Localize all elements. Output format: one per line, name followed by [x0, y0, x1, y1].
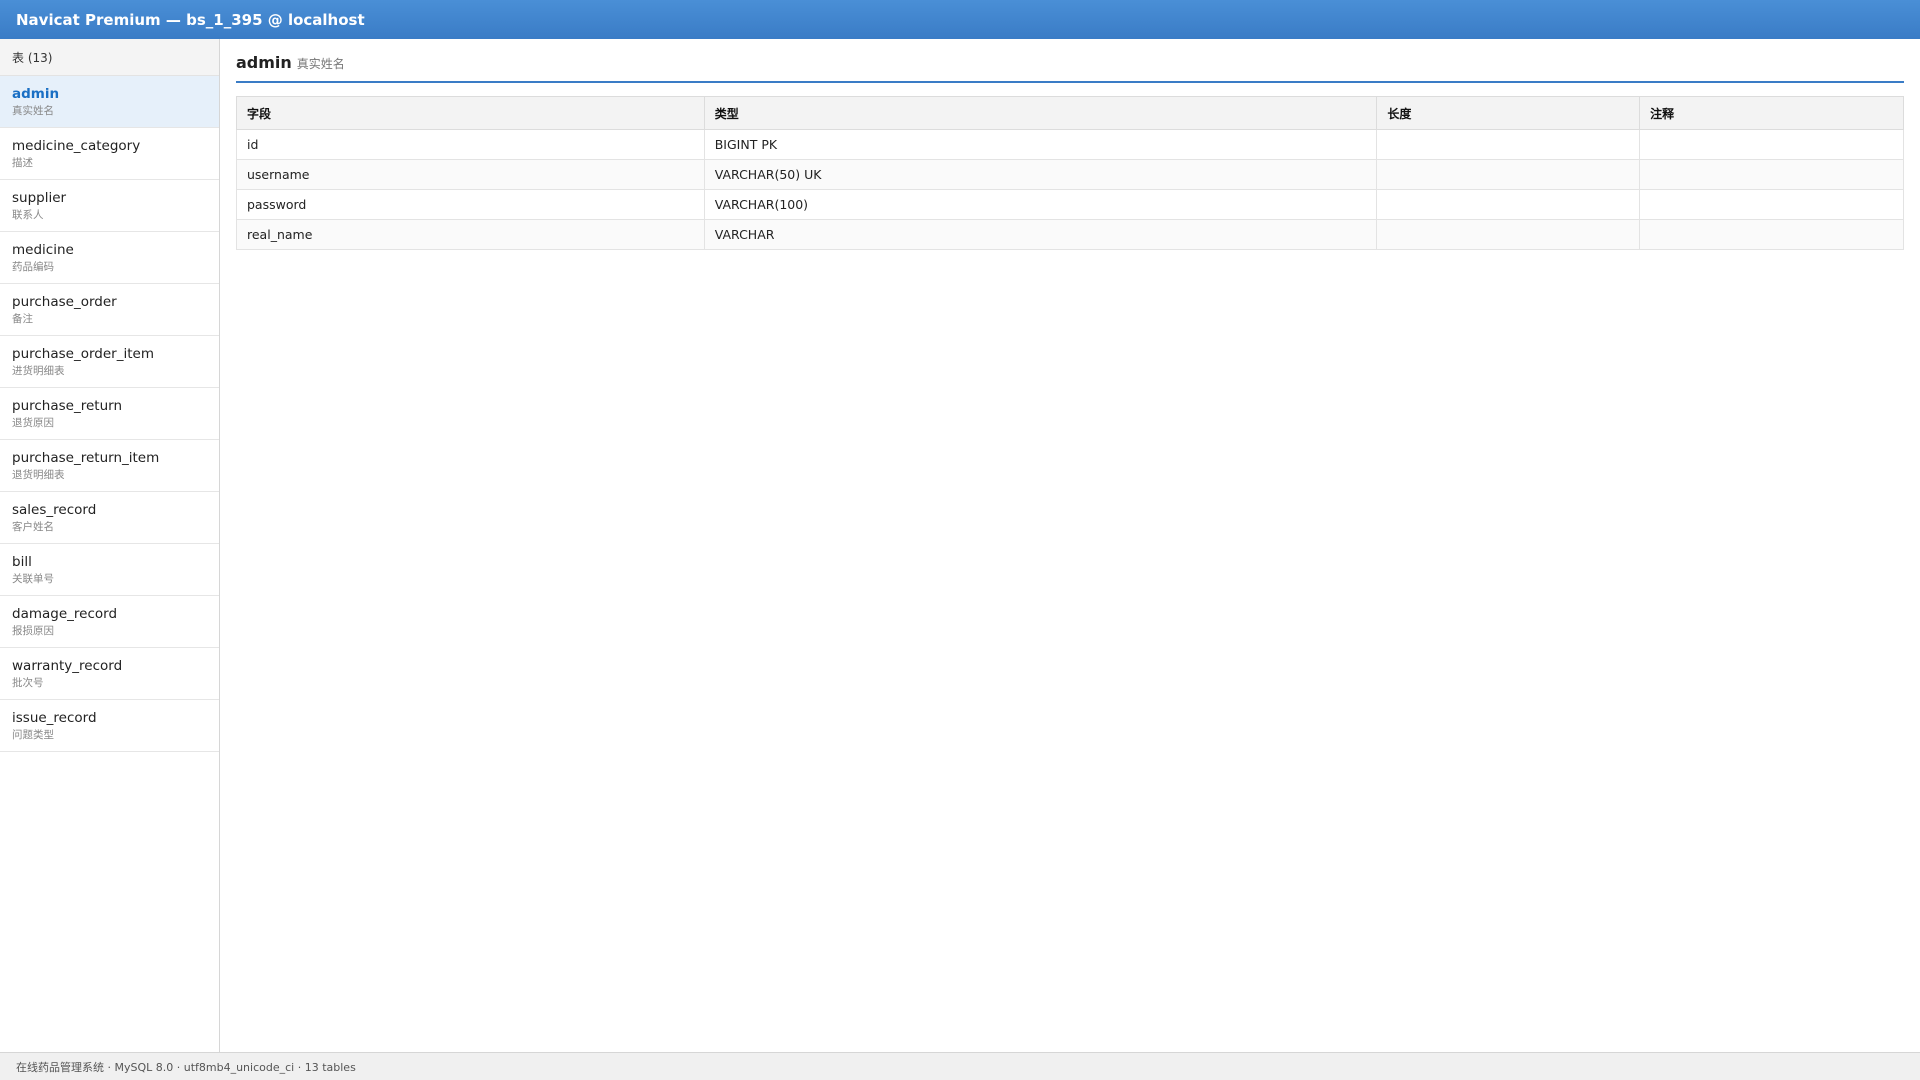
sidebar-item-comment: 备注: [12, 313, 33, 325]
sidebar-item-comment: 进货明细表: [12, 365, 65, 377]
field-type-cell[interactable]: VARCHAR: [703, 219, 1378, 250]
sidebar-item-name: supplier: [12, 190, 67, 206]
sidebar-item-name: admin: [12, 86, 60, 102]
status-bar: 在线药品管理系统 · MySQL 8.0 · utf8mb4_unicode_c…: [0, 1052, 1920, 1080]
sidebar-item-name: purchase_order: [12, 294, 117, 310]
field-name-cell[interactable]: username: [236, 159, 705, 190]
field-length-cell[interactable]: [1376, 129, 1641, 160]
fields-header-row: 字段 类型 长度 注释: [236, 96, 1904, 130]
sidebar-item-name: purchase_return_item: [12, 450, 160, 466]
window-title-bar: Navicat Premium — bs_1_395 @ localhost: [0, 0, 1920, 39]
field-comment-cell[interactable]: [1639, 189, 1904, 220]
field-name-cell[interactable]: password: [236, 189, 705, 220]
sidebar-item-warranty-record[interactable]: warranty_record 批次号: [0, 648, 219, 700]
column-header-length[interactable]: 长度: [1376, 96, 1641, 130]
field-name-cell[interactable]: real_name: [236, 219, 705, 250]
sidebar-item-name: warranty_record: [12, 658, 123, 674]
field-type-cell[interactable]: VARCHAR(50) UK: [703, 159, 1378, 190]
table-heading: admin 真实姓名: [236, 53, 1904, 83]
sidebar-item-comment: 关联单号: [12, 573, 54, 585]
sidebar-item-name: damage_record: [12, 606, 118, 622]
column-header-type[interactable]: 类型: [703, 96, 1378, 130]
field-length-cell[interactable]: [1376, 189, 1641, 220]
table-name: admin: [236, 53, 292, 72]
sidebar-item-purchase-order-item[interactable]: purchase_order_item 进货明细表: [0, 336, 219, 388]
field-comment-cell[interactable]: [1639, 129, 1904, 160]
sidebar-item-admin[interactable]: admin 真实姓名: [0, 76, 219, 128]
sidebar-item-name: issue_record: [12, 710, 97, 726]
sidebar-item-comment: 批次号: [12, 677, 44, 689]
field-length-cell[interactable]: [1376, 159, 1641, 190]
field-type-cell[interactable]: BIGINT PK: [703, 129, 1378, 160]
sidebar-item-name: purchase_return: [12, 398, 122, 414]
field-comment-cell[interactable]: [1639, 219, 1904, 250]
sidebar-item-name: sales_record: [12, 502, 97, 518]
sidebar-item-comment: 问题类型: [12, 729, 54, 741]
sidebar-item-name: bill: [12, 554, 32, 570]
sidebar-item-purchase-return-item[interactable]: purchase_return_item 退货明细表: [0, 440, 219, 492]
sidebar-item-name: medicine_category: [12, 138, 141, 154]
sidebar-item-purchase-return[interactable]: purchase_return 退货原因: [0, 388, 219, 440]
sidebar-item-purchase-order[interactable]: purchase_order 备注: [0, 284, 219, 336]
sidebar-item-comment: 联系人: [12, 209, 44, 221]
sidebar-item-supplier[interactable]: supplier 联系人: [0, 180, 219, 232]
sidebar-item-issue-record[interactable]: issue_record 问题类型: [0, 700, 219, 752]
table-row[interactable]: password VARCHAR(100): [236, 189, 1904, 220]
sidebar-header: 表 (13): [0, 39, 219, 76]
field-name-cell[interactable]: id: [236, 129, 705, 160]
field-comment-cell[interactable]: [1639, 159, 1904, 190]
sidebar-item-medicine-category[interactable]: medicine_category 描述: [0, 128, 219, 180]
field-type-cell[interactable]: VARCHAR(100): [703, 189, 1378, 220]
table-row[interactable]: id BIGINT PK: [236, 129, 1904, 160]
sidebar-item-medicine[interactable]: medicine 药品编码: [0, 232, 219, 284]
sidebar-item-comment: 客户姓名: [12, 521, 54, 533]
sidebar-item-comment: 描述: [12, 157, 33, 169]
sidebar-item-comment: 退货原因: [12, 417, 54, 429]
column-header-field[interactable]: 字段: [236, 96, 705, 130]
table-list-sidebar: 表 (13) admin 真实姓名 medicine_category 描述 suppl…: [0, 39, 220, 1052]
sidebar-item-comment: 真实姓名: [12, 105, 54, 117]
window-title: Navicat Premium — bs_1_395 @ localhost: [16, 10, 365, 29]
sidebar-item-comment: 报损原因: [12, 625, 54, 637]
table-comment: 真实姓名: [296, 57, 345, 71]
fields-table: 字段 类型 长度 注释 id BIGINT PK username VARCHAR(5…: [236, 96, 1904, 250]
table-row[interactable]: username VARCHAR(50) UK: [236, 159, 1904, 190]
table-structure-panel: admin 真实姓名 字段 类型 长度 注释 id BIGINT PK userna…: [220, 39, 1920, 1052]
table-row[interactable]: real_name VARCHAR: [236, 219, 1904, 250]
field-length-cell[interactable]: [1376, 219, 1641, 250]
column-header-comment[interactable]: 注释: [1639, 96, 1904, 130]
sidebar-item-comment: 退货明细表: [12, 469, 65, 481]
sidebar-item-bill[interactable]: bill 关联单号: [0, 544, 219, 596]
sidebar-item-name: purchase_order_item: [12, 346, 154, 362]
sidebar-item-comment: 药品编码: [12, 261, 54, 273]
sidebar-item-sales-record[interactable]: sales_record 客户姓名: [0, 492, 219, 544]
sidebar-item-damage-record[interactable]: damage_record 报损原因: [0, 596, 219, 648]
status-text: 在线药品管理系统 · MySQL 8.0 · utf8mb4_unicode_c…: [16, 1060, 356, 1074]
sidebar-items: admin 真实姓名 medicine_category 描述 supplier 联系人 m…: [0, 76, 219, 752]
sidebar-item-name: medicine: [12, 242, 74, 258]
